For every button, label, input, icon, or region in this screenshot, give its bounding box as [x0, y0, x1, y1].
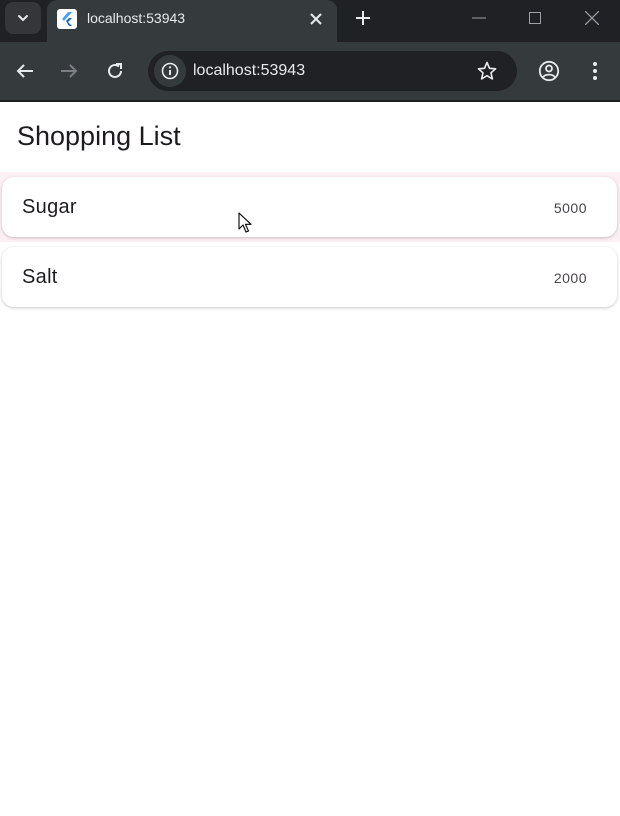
site-info-button[interactable]: [154, 55, 186, 87]
site-info-icon: [161, 62, 179, 80]
tab-close-button[interactable]: [305, 8, 327, 30]
maximize-icon: [529, 12, 541, 24]
reload-icon: [108, 63, 122, 78]
address-bar[interactable]: localhost:53943: [148, 51, 517, 91]
minimize-button[interactable]: [451, 0, 507, 36]
flutter-favicon-icon: [57, 9, 77, 29]
browser-menu-button[interactable]: [580, 56, 610, 86]
tab-search-button[interactable]: [5, 2, 41, 34]
browser-tab[interactable]: localhost:53943: [47, 0, 337, 42]
forward-arrow-icon: [61, 64, 78, 78]
profile-icon: [538, 60, 560, 82]
list-item[interactable]: Sugar 5000: [2, 177, 617, 237]
forward-button[interactable]: [54, 56, 84, 86]
tab-title: localhost:53943: [87, 10, 186, 26]
item-name: Salt: [22, 266, 58, 288]
menu-dots-icon: [593, 62, 597, 80]
star-icon: [477, 61, 497, 80]
mouse-cursor-icon: [238, 212, 252, 233]
bookmark-button[interactable]: [475, 59, 499, 83]
reload-button[interactable]: [100, 56, 130, 86]
item-quantity: 2000: [553, 270, 587, 286]
item-name: Sugar: [22, 196, 77, 218]
tab-search-icon: [18, 15, 28, 22]
browser-toolbar: localhost:53943: [0, 42, 620, 101]
maximize-button[interactable]: [507, 0, 563, 36]
app-bar: Shopping List: [0, 102, 620, 172]
back-button[interactable]: [10, 56, 40, 86]
list-item[interactable]: Salt 2000: [2, 247, 617, 307]
close-icon: [310, 13, 322, 25]
back-arrow-icon: [16, 64, 33, 78]
window-close-icon: [585, 11, 599, 25]
page-title: Shopping List: [17, 121, 181, 151]
minimize-icon: [472, 17, 486, 19]
item-quantity: 5000: [553, 200, 587, 216]
new-tab-button[interactable]: [349, 4, 377, 32]
profile-button[interactable]: [534, 56, 564, 86]
url-text: localhost:53943: [193, 62, 306, 79]
window-close-button[interactable]: [564, 0, 620, 36]
plus-icon: [356, 11, 370, 25]
tab-strip: localhost:53943: [0, 0, 620, 42]
